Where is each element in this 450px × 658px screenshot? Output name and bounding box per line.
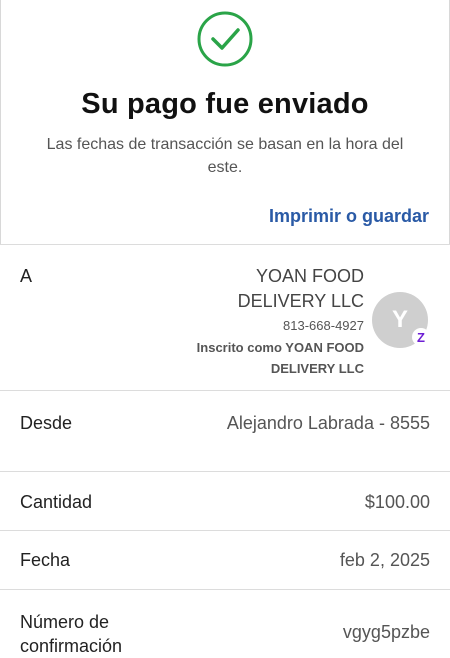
date-label: Fecha <box>20 550 71 570</box>
amount-label: Cantidad <box>20 492 93 512</box>
confirmation-label: Número de confirmación <box>20 612 123 656</box>
avatar-letter: Y <box>391 306 408 333</box>
recipient-phone: 813-668-4927 <box>283 318 364 333</box>
divider <box>0 244 450 245</box>
from-label: Desde <box>20 413 73 433</box>
zelle-badge-letter: Z <box>417 329 425 345</box>
timezone-note: Las fechas de transacción se basan en la… <box>46 136 404 176</box>
divider <box>0 390 450 391</box>
confirmation-value: vgyg5pzbe <box>342 622 430 642</box>
transaction-details: A YOAN FOOD DELIVERY LLC 813-668-4927 In… <box>0 244 450 656</box>
zelle-icon: Z <box>412 328 430 346</box>
divider <box>0 471 450 472</box>
recipient-label: A <box>20 266 33 286</box>
from-value: Alejandro Labrada - 8555 <box>226 413 430 433</box>
check-circle-icon <box>197 11 253 67</box>
divider <box>0 589 450 590</box>
recipient-enrolled-note: Inscrito como YOAN FOOD DELIVERY LLC <box>196 340 364 376</box>
print-or-save-link[interactable]: Imprimir o guardar <box>269 206 429 227</box>
recipient-name: YOAN FOOD DELIVERY LLC <box>237 266 364 311</box>
page-title: Su pago fue enviado <box>81 88 369 120</box>
confirmation-header: Su pago fue enviado Las fechas de transa… <box>0 0 450 244</box>
date-value: feb 2, 2025 <box>339 550 430 570</box>
divider <box>0 530 450 531</box>
amount-value: $100.00 <box>364 492 430 512</box>
